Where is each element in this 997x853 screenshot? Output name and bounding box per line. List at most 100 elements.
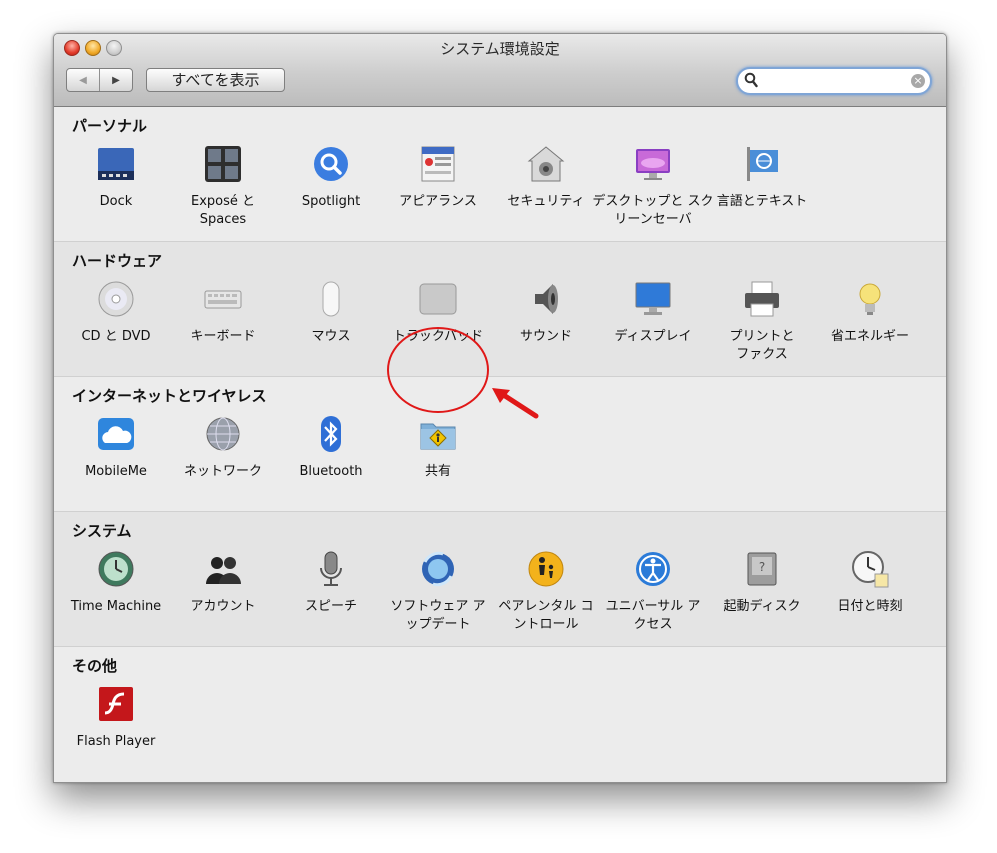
section-title: システム [72,522,132,540]
security-icon [527,146,565,182]
pane-label: スピーチ [304,599,357,614]
pane-sharing[interactable]: 共有 [386,415,490,481]
pane-print-fax[interactable]: プリントと ファクス [710,280,814,364]
dock-icon [98,148,134,180]
search-icon [744,72,758,88]
nav-button-group: ◀ ▶ [66,68,133,92]
pane-label: MobileMe [85,464,147,479]
pane-label: キーボード [190,329,256,344]
pane-label: アカウント [190,599,256,614]
pane-spotlight[interactable]: Spotlight [279,145,383,211]
pane-label: サウンド [519,329,572,344]
pane-label: Exposé と Spaces [190,194,256,227]
mouse-icon [322,281,340,317]
network-globe-icon [206,417,240,451]
software-update-icon [422,551,454,587]
section-title: ハードウェア [72,252,163,270]
sharing-folder-icon [420,423,456,450]
time-machine-icon [98,551,134,587]
pane-label: セキュリティ [507,194,585,209]
pane-label: デスクトップと スクリーンセーバ [592,194,714,227]
pane-label: 言語とテキスト [716,194,808,209]
pane-label: マウス [311,329,351,344]
printer-icon [745,281,779,317]
pane-parental-controls[interactable]: ペアレンタル コントロール [494,550,598,634]
pane-label: 省エネルギー [830,329,909,344]
section-title: インターネットとワイヤレス [72,387,267,405]
language-text-icon [747,147,778,181]
pane-startup-disk[interactable]: ? 起動ディスク [710,550,814,616]
pane-cd-dvd[interactable]: CD と DVD [64,280,168,346]
desktop-screensaver-icon [636,149,670,180]
annotation-arrow-icon [492,388,539,419]
appearance-icon [421,146,455,182]
pane-date-time[interactable]: 日付と時刻 [818,550,922,616]
spotlight-icon [314,147,348,181]
system-preferences-window: システム環境設定 ◀ ▶ すべてを表示 × パーソナル Dock Exposé … [53,33,947,783]
pane-desktop-screensaver[interactable]: デスクトップと スクリーンセーバ [592,145,714,229]
pane-display[interactable]: ディスプレイ [601,280,705,346]
pane-label: ユニバーサル アクセス [605,599,701,632]
cloud-icon [98,418,134,450]
lightbulb-icon [859,283,881,315]
section-title: パーソナル [72,117,148,135]
pane-label: Dock [99,194,133,209]
pane-label: ソフトウェア アップデート [390,599,486,632]
pane-label: アピアランス [399,194,477,209]
pane-time-machine[interactable]: Time Machine [64,550,168,616]
pane-bluetooth[interactable]: Bluetooth [279,415,383,481]
pane-appearance[interactable]: アピアランス [386,145,490,211]
accounts-icon [206,557,241,584]
pane-universal-access[interactable]: ユニバーサル アクセス [601,550,705,634]
back-arrow-icon: ◀ [79,74,87,86]
pane-label: Flash Player [76,734,156,749]
pane-dock[interactable]: Dock [64,145,168,211]
pane-label: ネットワーク [183,464,262,479]
pane-language-text[interactable]: 言語とテキスト [710,145,814,211]
search-input[interactable] [764,72,908,92]
clear-search-icon[interactable]: × [911,74,925,88]
pane-energy-saver[interactable]: 省エネルギー [818,280,922,346]
pane-flash-player[interactable]: Flash Player [64,685,168,751]
section-system: システム Time Machine アカウント スピーチ ソフトウェア アップデ… [54,512,946,647]
section-title: その他 [72,657,118,675]
highlight-circle-annotation [387,327,489,413]
show-all-button[interactable]: すべてを表示 [146,68,285,92]
parental-controls-icon [528,551,564,587]
keyboard-icon [204,290,242,309]
section-other: その他 Flash Player [54,647,946,781]
pane-mouse[interactable]: マウス [279,280,383,346]
pane-mobileme[interactable]: MobileMe [64,415,168,481]
pane-label: 共有 [424,464,451,479]
pane-speech[interactable]: スピーチ [279,550,383,616]
section-hardware: ハードウェア CD と DVD キーボード マウス トラックパッド サウンド デ… [54,242,946,377]
pane-accounts[interactable]: アカウント [171,550,275,616]
pane-keyboard[interactable]: キーボード [171,280,275,346]
forward-button[interactable]: ▶ [100,69,132,91]
pane-label: Time Machine [70,599,162,614]
date-time-icon [852,551,889,588]
pane-label: ペアレンタル コントロール [498,599,594,632]
expose-spaces-icon [205,146,241,182]
window-title: システム環境設定 [440,40,560,58]
flash-player-icon [99,687,133,721]
pane-label: 日付と時刻 [837,599,903,614]
pane-sound[interactable]: サウンド [494,280,598,346]
pane-label: Spotlight [301,194,361,209]
pane-expose-spaces[interactable]: Exposé と Spaces [171,145,275,229]
pane-software-update[interactable]: ソフトウェア アップデート [386,550,490,634]
pane-label: 起動ディスク [723,599,801,614]
preference-panes: パーソナル Dock Exposé と Spaces Spotlight アピア… [54,107,946,781]
pane-security[interactable]: セキュリティ [494,145,598,211]
pane-label: CD と DVD [81,329,151,344]
svg-text:?: ? [759,560,765,574]
back-button[interactable]: ◀ [67,69,100,91]
bluetooth-icon [321,416,341,452]
search-field[interactable]: × [736,67,932,95]
microphone-icon [320,551,342,586]
pane-network[interactable]: ネットワーク [171,415,275,481]
startup-disk-icon: ? [747,552,777,586]
display-icon [635,282,671,315]
section-personal: パーソナル Dock Exposé と Spaces Spotlight アピア… [54,107,946,242]
forward-arrow-icon: ▶ [112,74,120,86]
